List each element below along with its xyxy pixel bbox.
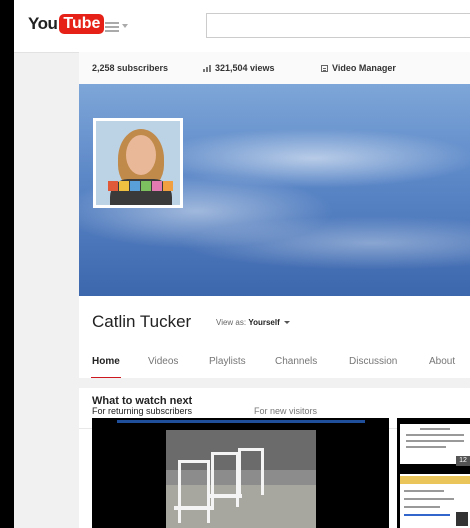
view-count: 321,504 views (203, 63, 275, 73)
video-manager-label: Video Manager (332, 63, 396, 73)
channel-tabs: Home Videos Playlists Channels Discussio… (79, 342, 470, 379)
video-top-stripe (117, 420, 365, 423)
tab-discussion[interactable]: Discussion (349, 356, 397, 367)
logo-you-text: You (28, 14, 58, 33)
masthead: You Tube (14, 0, 470, 53)
guide-menu-icon[interactable] (105, 22, 119, 34)
search-input[interactable] (206, 13, 470, 38)
tab-channels[interactable]: Channels (275, 356, 317, 367)
logo-tube-text: Tube (59, 14, 105, 34)
channel-main: 2,258 subscribers 321,504 views Video Ma… (79, 52, 470, 528)
tab-playlists[interactable]: Playlists (209, 356, 246, 367)
view-as-label: View as: (216, 318, 247, 327)
tab-videos[interactable]: Videos (148, 356, 178, 367)
side-video-thumbnail[interactable]: 12 (397, 418, 470, 528)
video-manager-icon (321, 64, 328, 72)
letter-blocks-image (108, 181, 173, 191)
window-edge (0, 0, 14, 528)
view-count-label: 321,504 views (215, 63, 275, 73)
video-thumbnail-porch-chairs (166, 430, 316, 528)
subtab-new-visitors[interactable]: For new visitors (254, 406, 317, 416)
channel-banner (79, 84, 470, 296)
view-as-value: Yourself (248, 318, 280, 327)
subtab-returning-subscribers[interactable]: For returning subscribers (92, 406, 193, 426)
featured-video-player[interactable] (92, 418, 389, 528)
subscriber-count-label: 2,258 subscribers (92, 63, 169, 73)
channel-stats-bar: 2,258 subscribers 321,504 views Video Ma… (79, 52, 470, 84)
video-manager-link[interactable]: Video Manager (321, 63, 396, 73)
view-as-selector[interactable]: View as: Yourself (216, 318, 290, 327)
what-to-watch-heading: What to watch next (92, 395, 193, 407)
side-video-duration: 12 (456, 456, 470, 466)
youtube-logo[interactable]: You Tube (28, 14, 105, 34)
channel-avatar[interactable] (93, 118, 183, 208)
tab-about[interactable]: About (429, 356, 455, 367)
section-divider (79, 378, 470, 388)
youtube-page: You Tube 2,258 subscribers 321,504 views… (0, 0, 470, 528)
tab-home[interactable]: Home (91, 356, 121, 379)
channel-title: Catlin Tucker (92, 312, 192, 331)
chevron-down-icon[interactable] (122, 24, 128, 28)
views-bar-chart-icon (203, 64, 211, 72)
side-video-document-image-2 (400, 474, 470, 528)
chevron-down-icon (283, 321, 290, 325)
subscriber-count: 2,258 subscribers (92, 63, 168, 73)
